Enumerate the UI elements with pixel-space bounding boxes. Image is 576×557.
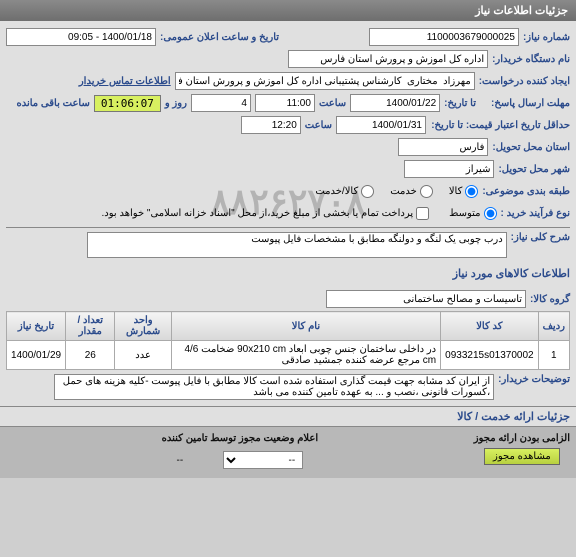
process-mid-text: متوسط [449, 208, 480, 219]
buyer-label: نام دستگاه خریدار: [492, 54, 570, 65]
cell-need-date: 1400/01/29 [7, 341, 66, 370]
budget-service-text: خدمت [390, 186, 417, 197]
deadline-reply-label: مهلت ارسال پاسخ: [480, 98, 570, 109]
group-label: گروه کالا: [530, 294, 570, 305]
footer-right-col: الزامی بودن ارائه مجوز مشاهده مجوز [474, 433, 570, 465]
deadline-time-field[interactable] [255, 94, 315, 112]
time-label-2: ساعت [305, 120, 332, 131]
buyer-field[interactable] [288, 50, 488, 68]
partial-pay-label: پرداخت تمام یا بخشی از مبلغ خرید،از محل … [102, 208, 414, 219]
time-label-1: ساعت [319, 98, 346, 109]
process-label: نوع فرآیند خرید : [501, 208, 570, 219]
announce-label: تاریخ و ساعت اعلان عمومی: [160, 32, 279, 43]
countdown-clock: 01:06:07 [94, 95, 161, 112]
footer-left-col: اعلام وضعیت مجوز توسط تامین کننده -- -- [6, 433, 474, 472]
items-header: اطلاعات کالاهای مورد نیاز [0, 264, 576, 283]
process-mid-opt[interactable]: متوسط [449, 207, 496, 220]
footer-band: الزامی بودن ارائه مجوز مشاهده مجوز اعلام… [0, 426, 576, 478]
col-code: کد کالا [441, 312, 538, 341]
days-and-label: روز و [165, 98, 187, 109]
cell-qty: 26 [66, 341, 115, 370]
budget-service-radio[interactable] [420, 185, 433, 198]
table-header-row: ردیف کد کالا نام کالا واحد شمارش تعداد /… [7, 312, 570, 341]
cell-idx: 1 [538, 341, 569, 370]
budget-label: طبقه بندی موضوعی: [482, 186, 570, 197]
creator-label: ایجاد کننده درخواست: [479, 76, 570, 87]
desc-textarea[interactable] [87, 232, 507, 258]
process-mid-radio[interactable] [484, 207, 497, 220]
clock-suffix: ساعت باقی مانده [16, 98, 89, 109]
budget-mix-opt[interactable]: کالا/خدمت [315, 185, 374, 198]
price-valid-label: حداقل تاریخ اعتبار قیمت: تا تاریخ: [430, 120, 570, 131]
view-permit-button[interactable]: مشاهده مجوز [484, 448, 560, 465]
delivery-city-field[interactable] [404, 160, 494, 178]
group-field[interactable] [326, 290, 526, 308]
buyer-note-label: توضیحات خریدار: [498, 374, 570, 385]
title-text: جزئیات اطلاعات نیاز [475, 5, 568, 17]
col-qty: تعداد / مقدار [66, 312, 115, 341]
status-select[interactable]: -- [223, 451, 303, 469]
delivery-city-label: شهر محل تحویل: [498, 164, 570, 175]
budget-radio-group: کالا خدمت کالا/خدمت [315, 185, 478, 198]
price-valid-time-field[interactable] [241, 116, 301, 134]
budget-goods-radio[interactable] [465, 185, 478, 198]
dash-text: -- [177, 455, 184, 466]
need-no-label: شماره نیاز: [523, 32, 570, 43]
desc-label: شرح کلی نیاز: [511, 232, 570, 243]
services-header: جزئیات ارائه خدمت / کالا [0, 406, 576, 426]
col-unit: واحد شمارش [115, 312, 171, 341]
title-bar: جزئیات اطلاعات نیاز [0, 0, 576, 21]
budget-goods-opt[interactable]: کالا [449, 185, 479, 198]
budget-mix-radio[interactable] [361, 185, 374, 198]
creator-field[interactable] [175, 72, 475, 90]
contact-link[interactable]: اطلاعات تماس خریدار [79, 76, 171, 87]
announce-field[interactable] [6, 28, 156, 46]
price-valid-date-field[interactable] [336, 116, 426, 134]
col-need-date: تاریخ نیاز [7, 312, 66, 341]
cell-unit: عدد [115, 341, 171, 370]
budget-goods-text: کالا [449, 186, 463, 197]
table-row[interactable]: 1 0933215s01370002 در داخلی ساختمان جنس … [7, 341, 570, 370]
col-name: نام کالا [171, 312, 440, 341]
buyer-note-textarea[interactable] [54, 374, 494, 400]
col-row: ردیف [538, 312, 569, 341]
cell-name: در داخلی ساختمان جنس چوبی ابعاد 90x210 c… [171, 341, 440, 370]
delivery-state-field[interactable] [398, 138, 488, 156]
footer-left-label: اعلام وضعیت مجوز توسط تامین کننده [162, 433, 319, 444]
cell-code: 0933215s01370002 [441, 341, 538, 370]
to-date-label: تا تاریخ: [444, 98, 476, 109]
items-table: ردیف کد کالا نام کالا واحد شمارش تعداد /… [6, 311, 570, 370]
process-radio-group: متوسط [449, 207, 496, 220]
deadline-date-field[interactable] [350, 94, 440, 112]
deadline-days-field[interactable] [191, 94, 251, 112]
delivery-state-label: استان محل تحویل: [492, 142, 570, 153]
budget-service-opt[interactable]: خدمت [390, 185, 433, 198]
partial-pay-checkbox[interactable] [416, 207, 429, 220]
footer-right-label: الزامی بودن ارائه مجوز [474, 433, 570, 444]
partial-pay-check[interactable]: پرداخت تمام یا بخشی از مبلغ خرید،از محل … [102, 207, 430, 220]
budget-mix-text: کالا/خدمت [315, 186, 358, 197]
need-no-field[interactable] [369, 28, 519, 46]
